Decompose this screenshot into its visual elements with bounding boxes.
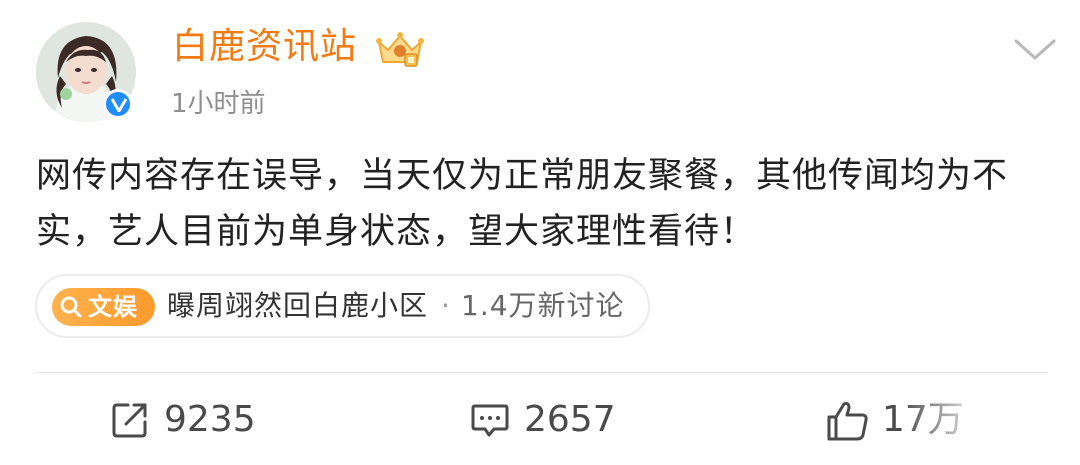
- topic-chip[interactable]: 文娱 曝周翊然回白鹿小区 · 1.4万新讨论: [35, 274, 650, 338]
- thumbs-up-icon: [826, 400, 870, 446]
- weibo-post-card: 白鹿资讯站 1小时前 网传内容存在误导，当天仅为正常朋友聚餐，其他传闻均为不实，…: [0, 0, 1080, 465]
- comment-button[interactable]: 2657: [470, 398, 630, 442]
- bottom-right-fade-overlay: [900, 380, 1080, 465]
- topic-discussion-count: 1.4万新讨论: [461, 289, 625, 322]
- chevron-down-icon[interactable]: [1012, 36, 1058, 62]
- username[interactable]: 白鹿资讯站: [172, 22, 357, 72]
- repost-icon: [110, 400, 150, 444]
- post-content: 网传内容存在误导，当天仅为正常朋友聚餐，其他传闻均为不实，艺人目前为单身状态，望…: [36, 156, 1009, 252]
- comment-icon: [470, 400, 510, 444]
- post-timestamp: 1小时前: [171, 89, 266, 119]
- search-icon: [59, 295, 83, 323]
- crown-badge-icon[interactable]: [375, 30, 425, 70]
- topic-badge-label: 文娱: [88, 293, 138, 321]
- topic-separator: ·: [441, 289, 450, 322]
- topic-title: 曝周翊然回白鹿小区: [167, 289, 429, 322]
- verified-badge-icon: [103, 89, 133, 119]
- topic-badge: 文娱: [52, 288, 155, 326]
- comment-count: 2657: [524, 399, 616, 440]
- repost-count: 9235: [164, 399, 256, 440]
- repost-button[interactable]: 9235: [110, 398, 270, 442]
- divider: [36, 372, 1048, 373]
